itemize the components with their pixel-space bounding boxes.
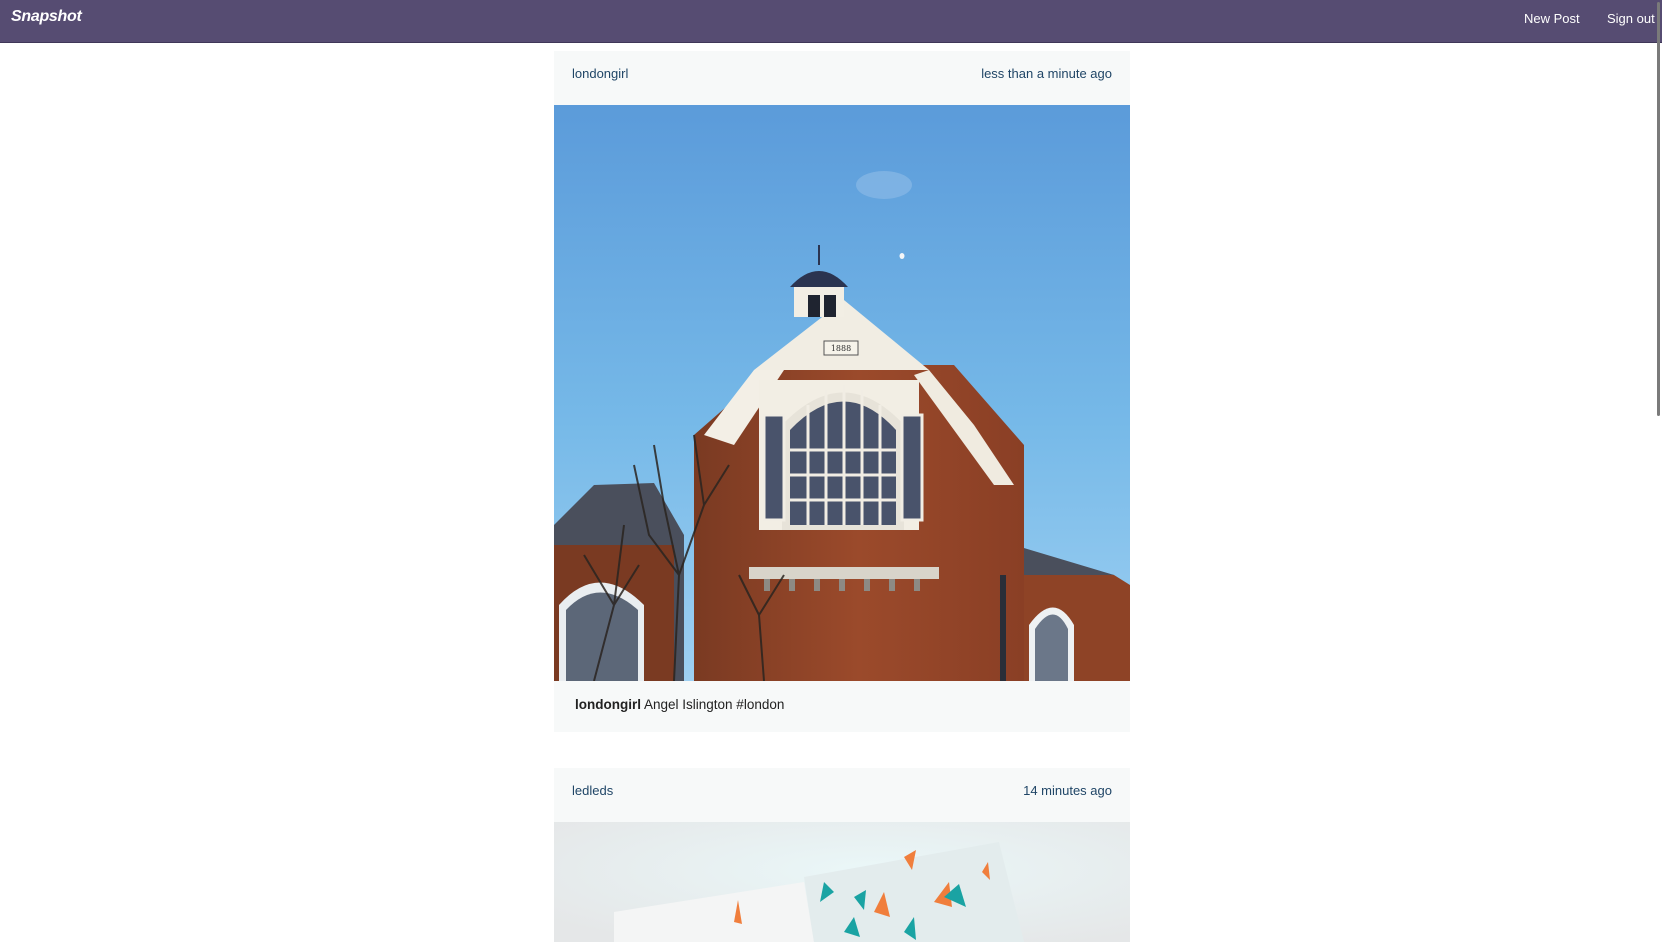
caption-username[interactable]: londongirl <box>575 697 641 712</box>
post-username-link[interactable]: ledleds <box>572 783 613 798</box>
brand-logo-link[interactable]: Snapshot <box>11 8 82 26</box>
navbar: Snapshot New Post Sign out <box>0 0 1662 43</box>
sign-out-link[interactable]: Sign out <box>1607 11 1655 26</box>
new-post-link[interactable]: New Post <box>1524 11 1580 26</box>
caption-text: Angel Islington #london <box>644 697 785 712</box>
svg-text:1888: 1888 <box>831 344 851 353</box>
post-card: ledleds 14 minutes ago <box>554 768 1130 942</box>
post-username-link[interactable]: londongirl <box>572 66 628 81</box>
scrollbar-thumb[interactable] <box>1657 2 1660 416</box>
post-header: ledleds 14 minutes ago <box>554 768 1130 822</box>
post-header: londongirl less than a minute ago <box>554 51 1130 105</box>
post-timestamp: less than a minute ago <box>981 66 1112 81</box>
page-scrollbar[interactable] <box>1656 0 1662 924</box>
post-card: londongirl less than a minute ago 1888 l… <box>554 51 1130 732</box>
post-caption: londongirl Angel Islington #london <box>575 697 784 712</box>
post-timestamp: 14 minutes ago <box>1023 783 1112 798</box>
post-image <box>554 822 1130 942</box>
post-image: 1888 <box>554 105 1130 681</box>
